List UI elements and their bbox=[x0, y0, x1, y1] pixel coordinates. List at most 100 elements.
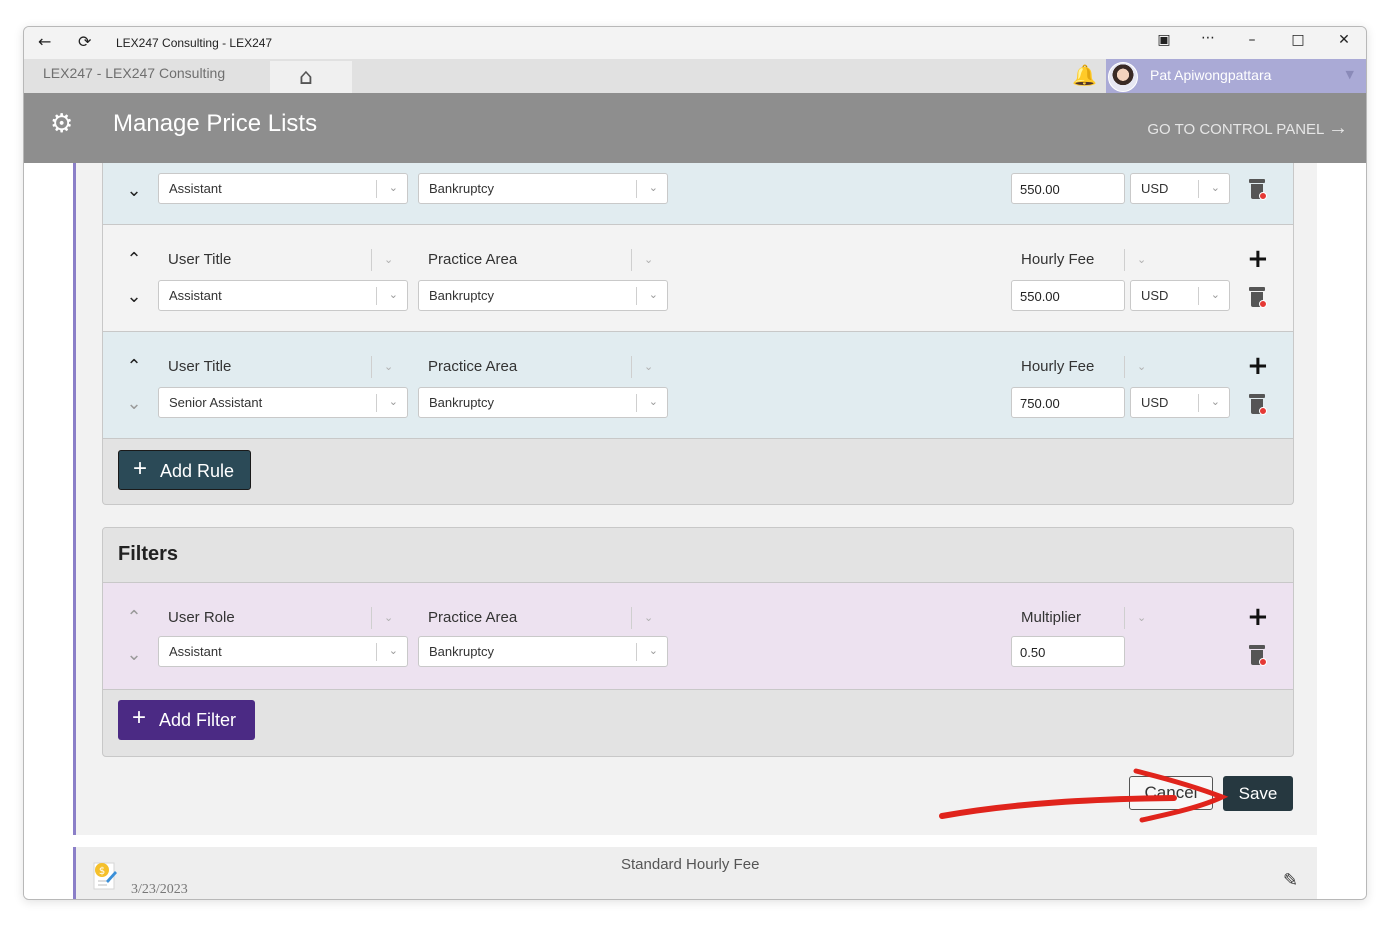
chevron-down-icon: ⌄ bbox=[388, 181, 398, 194]
window-title: LEX247 Consulting - LEX247 bbox=[116, 36, 273, 50]
filters-panel: Filters ⌃ User Role ⌄ Practice Area ⌄ Mu… bbox=[102, 527, 1294, 757]
chevron-down-icon: ⌄ bbox=[644, 360, 654, 373]
cancel-button[interactable]: Cancel bbox=[1129, 776, 1213, 810]
practice-area-select[interactable]: Bankruptcy ⌄ bbox=[418, 280, 668, 311]
multiplier-input[interactable]: 0.50 bbox=[1011, 636, 1125, 667]
edit-pencil-icon[interactable]: ✎ bbox=[1283, 870, 1298, 891]
add-rule-label: Add Rule bbox=[160, 461, 235, 481]
chevron-down-icon: ⌄ bbox=[1137, 360, 1147, 373]
practice-area-select[interactable]: Bankruptcy ⌄ bbox=[418, 173, 668, 204]
plus-icon: + bbox=[133, 455, 148, 482]
breadcrumb: LEX247 - LEX247 Consulting bbox=[43, 65, 226, 81]
plus-icon: + bbox=[132, 704, 147, 731]
currency-select[interactable]: USD ⌄ bbox=[1130, 173, 1230, 204]
content-area: ⌄ Assistant ⌄ Bankruptcy ⌄ 550.00 USD ⌄ bbox=[24, 163, 1366, 899]
price-list-editor: ⌄ Assistant ⌄ Bankruptcy ⌄ 550.00 USD ⌄ bbox=[73, 163, 1317, 835]
refresh-icon[interactable]: ⟳ bbox=[78, 33, 91, 51]
hourly-fee-input[interactable]: 550.00 bbox=[1011, 173, 1125, 204]
user-title-select[interactable]: Senior Assistant ⌄ bbox=[158, 387, 408, 418]
delete-icon[interactable] bbox=[1248, 179, 1267, 200]
price-list-name: Standard Hourly Fee bbox=[621, 856, 760, 873]
filters-header: Filters bbox=[103, 528, 1293, 583]
chevron-up-icon[interactable]: ⌃ bbox=[121, 250, 147, 270]
user-title-value: Senior Assistant bbox=[169, 395, 263, 410]
close-icon[interactable]: ✕ bbox=[1332, 32, 1356, 48]
back-arrow-icon[interactable]: ← bbox=[38, 33, 51, 51]
currency-value: USD bbox=[1141, 181, 1169, 196]
cast-icon[interactable]: ▣ bbox=[1152, 32, 1176, 48]
delete-icon[interactable] bbox=[1248, 287, 1267, 308]
price-list-item[interactable]: $ Standard Hourly Fee 3/23/2023 ✎ bbox=[73, 847, 1317, 899]
delete-icon[interactable] bbox=[1248, 645, 1267, 666]
multiplier-value: 0.50 bbox=[1020, 645, 1046, 660]
currency-select[interactable]: USD ⌄ bbox=[1130, 387, 1230, 418]
add-rule-button[interactable]: + Add Rule bbox=[118, 450, 251, 490]
chevron-down-icon[interactable]: ⌄ bbox=[121, 181, 147, 201]
user-title-label: User Title bbox=[168, 251, 232, 268]
filter-row: ⌃ User Role ⌄ Practice Area ⌄ Multiplier… bbox=[103, 583, 1293, 690]
add-filter-button[interactable]: + Add Filter bbox=[118, 700, 255, 740]
rule-row: ⌃ User Title ⌄ Practice Area ⌄ Hourly Fe… bbox=[103, 225, 1293, 332]
price-document-icon: $ bbox=[93, 862, 117, 890]
practice-area-label: Practice Area bbox=[428, 358, 518, 375]
user-role-label: User Role bbox=[168, 609, 235, 626]
currency-select[interactable]: USD ⌄ bbox=[1130, 280, 1230, 311]
chevron-down-icon: ⌄ bbox=[388, 288, 398, 301]
page-header: ⚙ Manage Price Lists GO TO CONTROL PANEL… bbox=[24, 93, 1366, 163]
chevron-down-icon: ⌄ bbox=[648, 288, 658, 301]
chevron-down-icon[interactable]: ▼ bbox=[1346, 68, 1354, 81]
home-icon[interactable]: ⌂ bbox=[299, 65, 313, 90]
app-bar: LEX247 - LEX247 Consulting ⌂ 🔔 Pat Apiwo… bbox=[24, 59, 1366, 93]
practice-area-value: Bankruptcy bbox=[429, 288, 495, 303]
user-title-value: Assistant bbox=[169, 288, 222, 303]
user-role-value: Assistant bbox=[169, 644, 222, 659]
practice-area-select[interactable]: Bankruptcy ⌄ bbox=[418, 387, 668, 418]
multiplier-label: Multiplier bbox=[1021, 609, 1082, 626]
chevron-down-icon: ⌄ bbox=[644, 253, 654, 266]
go-to-control-panel-link[interactable]: GO TO CONTROL PANEL → bbox=[1147, 117, 1348, 140]
chevron-down-icon: ⌄ bbox=[648, 181, 658, 194]
chevron-down-icon: ⌄ bbox=[384, 253, 394, 266]
practice-area-select[interactable]: Bankruptcy ⌄ bbox=[418, 636, 668, 667]
currency-value: USD bbox=[1141, 288, 1169, 303]
practice-area-label: Practice Area bbox=[428, 251, 518, 268]
home-tab[interactable]: ⌂ bbox=[270, 61, 352, 93]
arrow-right-icon: → bbox=[1328, 117, 1348, 139]
rule-row: ⌃ User Title ⌄ Practice Area ⌄ Hourly Fe… bbox=[103, 332, 1293, 439]
chevron-down-icon: ⌄ bbox=[1210, 395, 1220, 408]
chevron-down-icon: ⌄ bbox=[644, 611, 654, 624]
add-condition-icon[interactable]: + bbox=[1247, 353, 1269, 379]
add-condition-icon[interactable]: + bbox=[1247, 604, 1269, 630]
maximize-icon[interactable]: □ bbox=[1286, 32, 1310, 48]
more-options-icon[interactable]: ⋯ bbox=[1196, 30, 1220, 46]
chevron-down-icon[interactable]: ⌄ bbox=[121, 287, 147, 307]
chevron-down-icon: ⌄ bbox=[1210, 288, 1220, 301]
hourly-fee-label: Hourly Fee bbox=[1021, 358, 1095, 375]
chevron-down-icon: ⌄ bbox=[1137, 611, 1147, 624]
practice-area-label: Practice Area bbox=[428, 609, 518, 626]
title-bar: ← ⟳ LEX247 Consulting - LEX247 ▣ ⋯ – □ ✕ bbox=[24, 27, 1366, 59]
user-title-select[interactable]: Assistant ⌄ bbox=[158, 280, 408, 311]
user-menu[interactable]: Pat Apiwongpattara ▼ bbox=[1106, 59, 1366, 93]
hourly-fee-input[interactable]: 550.00 bbox=[1011, 280, 1125, 311]
chevron-down-icon: ⌄ bbox=[1137, 253, 1147, 266]
rule-row: ⌄ Assistant ⌄ Bankruptcy ⌄ 550.00 USD ⌄ bbox=[103, 163, 1293, 225]
practice-area-value: Bankruptcy bbox=[429, 181, 495, 196]
save-button[interactable]: Save bbox=[1223, 776, 1293, 811]
chevron-down-icon: ⌄ bbox=[126, 644, 142, 665]
user-title-select[interactable]: Assistant ⌄ bbox=[158, 173, 408, 204]
user-role-select[interactable]: Assistant ⌄ bbox=[158, 636, 408, 667]
app-window: ← ⟳ LEX247 Consulting - LEX247 ▣ ⋯ – □ ✕… bbox=[23, 26, 1367, 900]
chevron-up-icon[interactable]: ⌃ bbox=[121, 357, 147, 377]
minimize-icon[interactable]: – bbox=[1240, 32, 1264, 48]
chevron-down-icon: ⌄ bbox=[388, 395, 398, 408]
chevron-down-icon: ⌄ bbox=[648, 644, 658, 657]
price-list-date: 3/23/2023 bbox=[131, 882, 188, 897]
user-name: Pat Apiwongpattara bbox=[1150, 67, 1272, 83]
control-panel-label: GO TO CONTROL PANEL bbox=[1147, 121, 1324, 138]
delete-icon[interactable] bbox=[1248, 394, 1267, 415]
notification-bell-icon[interactable]: 🔔 bbox=[1072, 63, 1097, 87]
add-condition-icon[interactable]: + bbox=[1247, 246, 1269, 272]
hourly-fee-input[interactable]: 750.00 bbox=[1011, 387, 1125, 418]
user-title-value: Assistant bbox=[169, 181, 222, 196]
